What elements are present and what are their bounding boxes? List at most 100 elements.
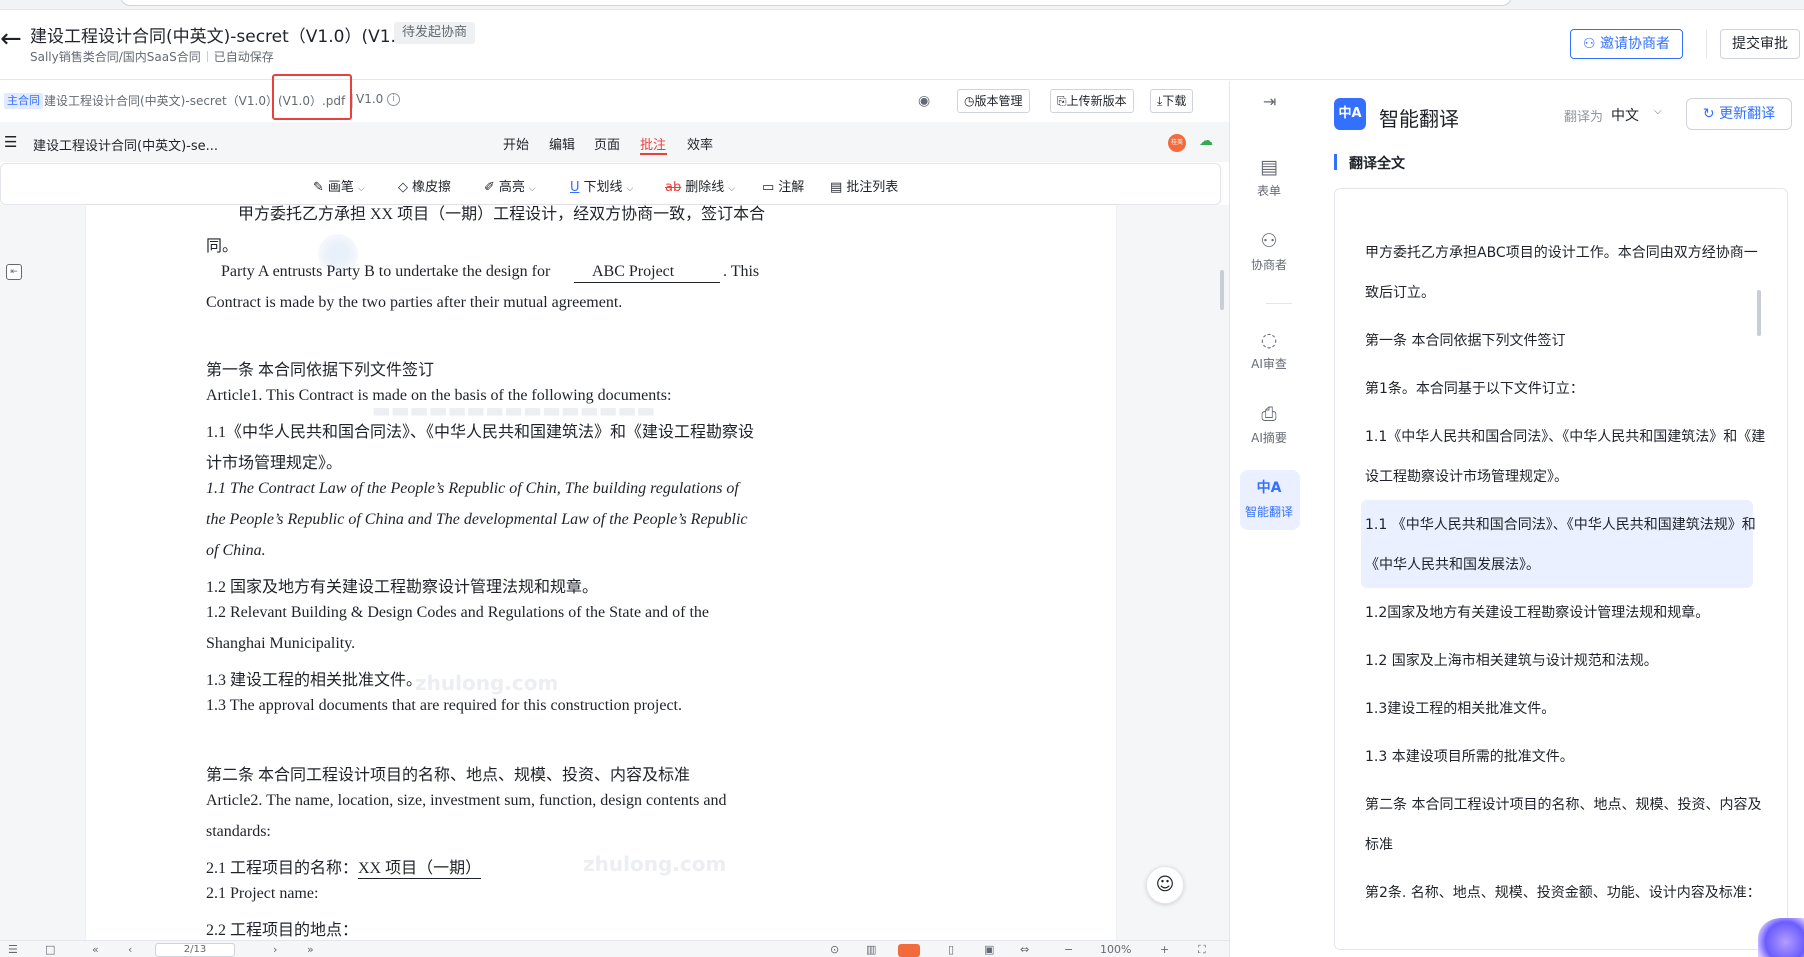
rail-label: 智能翻译 (1244, 505, 1293, 519)
translation-line: 标准 (1365, 837, 1393, 853)
single-page-icon[interactable]: ▯ (948, 943, 954, 956)
tab-edit[interactable]: 编辑 (549, 134, 575, 153)
prev-page-icon[interactable]: ‹ (128, 943, 132, 956)
rail-item-negotiators[interactable]: ⚇ 协商者 (1229, 230, 1309, 273)
translation-line: 第二条 本合同工程设计项目的名称、地点、规模、投资、内容及 (1365, 797, 1762, 813)
doc-line: the People’s Republic of China and The d… (206, 511, 748, 528)
last-page-icon[interactable]: » (307, 943, 314, 956)
chevron-down-icon[interactable]: ⌵ (728, 184, 735, 194)
chevron-down-icon[interactable]: ⌵ (529, 184, 536, 194)
watermark: zhulong.com (415, 671, 559, 695)
zoom-in-icon[interactable]: + (1160, 943, 1169, 956)
strikeout-label: 删除线 (685, 180, 725, 195)
two-page-icon[interactable]: ▣ (984, 943, 994, 956)
doc-line: Article2. The name, location, size, inve… (206, 792, 727, 809)
download-button[interactable]: ⤓下载 (1150, 89, 1194, 113)
eraser-label: 橡皮擦 (412, 180, 452, 195)
translate-logo-icon: 中A (1334, 98, 1366, 130)
pen-tool[interactable]: ✎ 画笔 ⌵ (313, 176, 365, 195)
tab-efficiency[interactable]: 效率 (687, 134, 713, 153)
strikeout-tool[interactable]: ab 删除线 ⌵ (665, 176, 735, 195)
target-language-select[interactable]: 中文 (1611, 105, 1639, 125)
tab-annotate[interactable]: 批注 (640, 134, 666, 153)
eye-icon[interactable]: ◉ (918, 93, 930, 109)
tab-page[interactable]: 页面 (594, 134, 620, 153)
back-arrow-icon[interactable]: ← (0, 24, 22, 54)
invite-negotiator-button[interactable]: ⚇ 邀请协商者 (1570, 29, 1683, 59)
strikethrough-icon: ab (665, 180, 682, 195)
breadcrumb-path[interactable]: Sally销售类合同/国内SaaS合同 (30, 50, 201, 64)
rail-label: AI审查 (1251, 357, 1287, 371)
translation-line: 1.2 国家及上海市相关建筑与设计规范和法规。 (1365, 653, 1658, 669)
rail-item-translate[interactable]: 中A 智能翻译 (1229, 477, 1309, 520)
sidebar-toggle-icon[interactable]: ⇤ (6, 264, 22, 280)
next-page-icon[interactable]: › (273, 943, 277, 956)
translation-line: 1.1《中华人民共和国合同法》、《中华人民共和国建筑法》和《建 (1365, 429, 1766, 445)
collapse-panel-icon[interactable]: ⇥ (1263, 92, 1276, 111)
main-contract-badge: 主合同 (4, 93, 43, 109)
doc-line: 1.1 The Contract Law of the People’s Rep… (206, 480, 739, 497)
breadcrumb: Sally销售类合同/国内SaaS合同 已自动保存 (30, 48, 274, 65)
cloud-sync-icon[interactable]: ☁ (1199, 133, 1213, 149)
ai-assistant-button[interactable]: ☺ (1146, 866, 1184, 904)
highlight-tool[interactable]: ✐ 高亮 ⌵ (484, 176, 536, 195)
update-translation-button[interactable]: ↻ 更新翻译 (1686, 98, 1792, 130)
upload-file-icon: ⎘ (1057, 94, 1067, 108)
avatar[interactable]: 桂英 (1168, 134, 1186, 152)
scroll-mode-icon[interactable]: ▥ (866, 943, 876, 956)
version-mgmt-label: 版本管理 (974, 94, 1023, 108)
doc-line: of China. (206, 542, 266, 559)
first-page-icon[interactable]: « (92, 943, 99, 956)
doc-line: 1.3 建设工程的相关批准文件。 (206, 672, 423, 689)
rail-label: 表单 (1256, 184, 1281, 198)
note-tool[interactable]: ▭ 注解 (762, 176, 804, 195)
doc-line: 2.1 工程项目的名称： (206, 860, 359, 877)
user-plus-icon: ⚇ (1582, 36, 1600, 52)
autosave-status: 已自动保存 (213, 50, 274, 64)
chevron-down-icon[interactable]: ⌵ (627, 184, 634, 194)
play-icon[interactable] (898, 944, 920, 957)
address-bar (120, 0, 1512, 6)
translation-line: 《中华人民共和国发展法》。 (1365, 557, 1540, 573)
rail-item-form[interactable]: ▤ 表单 (1229, 156, 1309, 199)
rail-item-ai-summary[interactable]: ⎙ AI摘要 (1229, 403, 1309, 446)
list-icon[interactable]: ☰ (8, 943, 18, 956)
comment-list-tool[interactable]: ▤ 批注列表 (830, 176, 898, 195)
chevron-down-icon[interactable]: ⌵ (1654, 106, 1662, 117)
scrollbar[interactable] (1757, 290, 1761, 336)
users-icon: ⚇ (1260, 230, 1278, 252)
zoom-fit-icon[interactable]: ⊙ (830, 943, 839, 956)
note-icon: ▭ (762, 180, 775, 195)
rail-item-ai-review[interactable]: ◌ AI审查 (1229, 329, 1309, 372)
translation-line: 1.1 《中华人民共和国合同法》、《中华人民共和国建筑法规》和 (1365, 517, 1756, 533)
fullscreen-icon[interactable]: ⛶ (1198, 943, 1206, 957)
zoom-level[interactable]: 100% (1100, 943, 1131, 956)
upload-new-version-button[interactable]: ⎘上传新版本 (1050, 89, 1134, 113)
page-number-input[interactable]: 2/13 (155, 943, 235, 957)
ai-orb-icon[interactable] (1758, 918, 1804, 957)
divider (352, 94, 353, 108)
scrollbar[interactable] (1220, 270, 1224, 310)
eraser-icon: ◇ (398, 180, 408, 195)
underline-tool[interactable]: U 下划线 ⌵ (570, 176, 633, 195)
pen-icon: ✎ (313, 180, 324, 195)
translation-line: 甲方委托乙方承担ABC项目的设计工作。本合同由双方经协商一 (1365, 245, 1758, 261)
info-icon[interactable]: i (387, 93, 400, 106)
section-marker (1334, 154, 1337, 170)
chevron-down-icon[interactable]: ⌵ (358, 184, 365, 194)
fit-width-icon[interactable]: ⇔ (1020, 943, 1029, 956)
tab-start[interactable]: 开始 (503, 134, 529, 153)
menu-icon[interactable]: ☰ (4, 133, 17, 151)
submit-approval-button[interactable]: 提交审批 (1720, 29, 1800, 59)
highlighter-icon: ✐ (484, 180, 495, 195)
zoom-out-icon[interactable]: − (1064, 943, 1073, 956)
eraser-tool[interactable]: ◇ 橡皮擦 (398, 176, 451, 195)
file-name-text: 建设工程设计合同(中英文)-secret（V1.0） (44, 94, 278, 108)
version-management-button[interactable]: ◷版本管理 (957, 89, 1030, 113)
translation-line: 1.3建设工程的相关批准文件。 (1365, 701, 1556, 717)
upload-label: 上传新版本 (1066, 94, 1127, 108)
page-icon[interactable]: □ (45, 943, 55, 956)
ai-review-icon: ◌ (1260, 329, 1278, 351)
ai-summary-icon: ⎙ (1261, 403, 1277, 425)
doc-line: standards: (206, 823, 271, 840)
